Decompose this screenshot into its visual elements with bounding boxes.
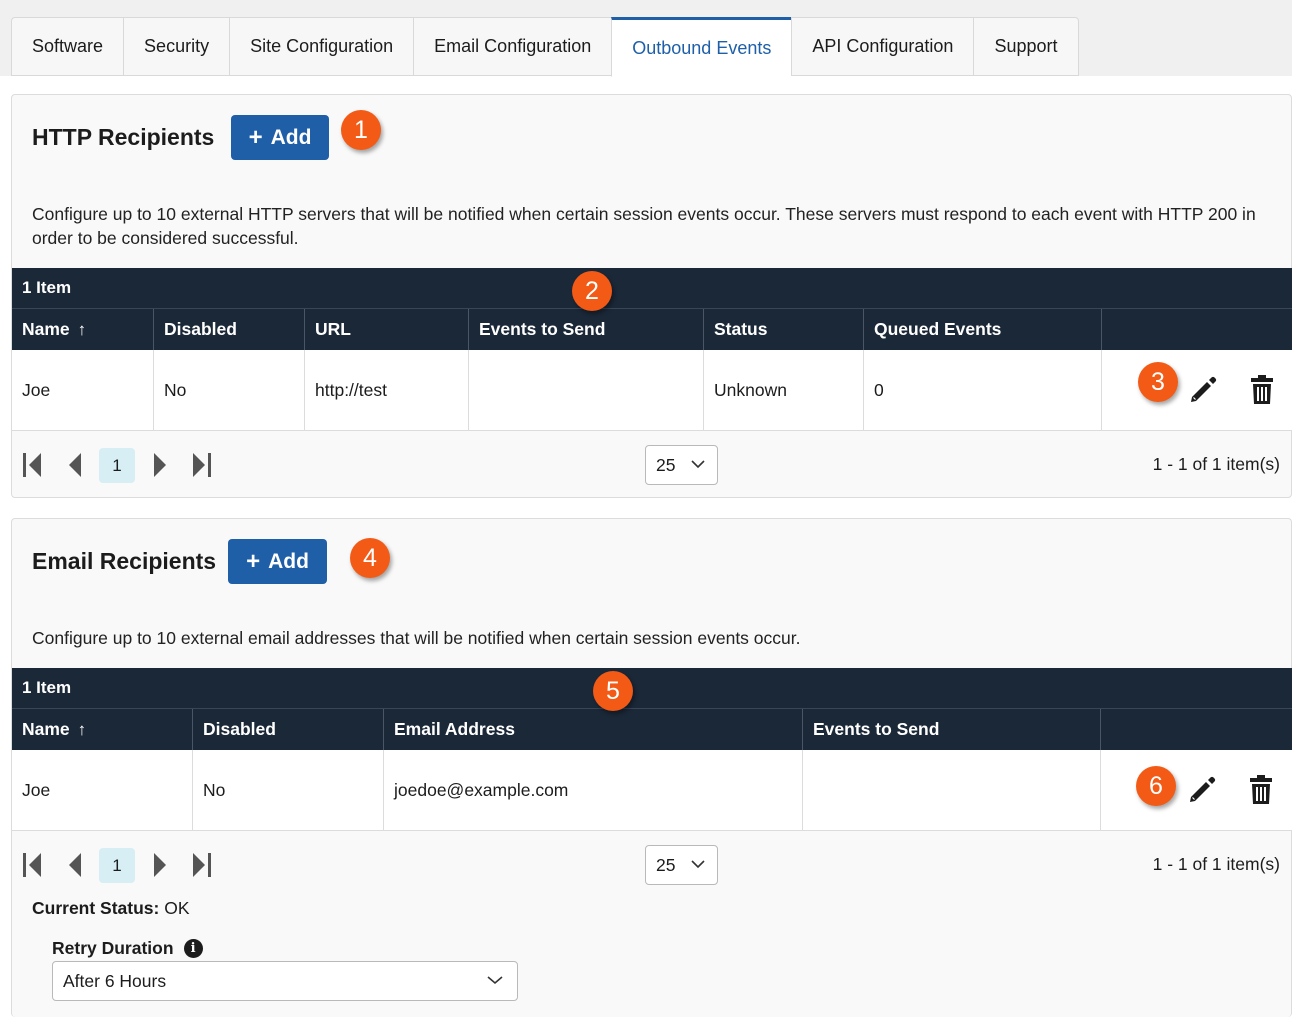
cell-name: Joe bbox=[12, 350, 154, 430]
chevron-down-icon bbox=[691, 860, 705, 869]
plus-icon: + bbox=[248, 123, 263, 151]
add-button-label: Add bbox=[268, 549, 309, 573]
page-number-button[interactable]: 1 bbox=[99, 848, 135, 883]
trash-icon[interactable] bbox=[1248, 775, 1274, 805]
callout-badge-4: 4 bbox=[350, 538, 390, 578]
column-header-actions bbox=[1102, 309, 1292, 350]
cell-status: Unknown bbox=[704, 350, 864, 430]
first-page-icon[interactable] bbox=[21, 851, 47, 879]
chevron-down-icon bbox=[691, 460, 705, 469]
sort-ascending-icon: ↑ bbox=[77, 719, 87, 739]
add-email-recipient-button[interactable]: + Add bbox=[228, 539, 327, 584]
cell-disabled: No bbox=[193, 750, 384, 830]
page-size-select[interactable]: 25 bbox=[645, 845, 718, 885]
email-pager: 1 25 1 - 1 of 1 item(s) bbox=[12, 832, 1292, 897]
pager-info: 1 - 1 of 1 item(s) bbox=[1152, 454, 1280, 474]
tab-api-configuration[interactable]: API Configuration bbox=[791, 17, 974, 76]
current-status: Current Status: OK bbox=[32, 898, 190, 919]
page-size-select[interactable]: 25 bbox=[645, 445, 718, 485]
column-header-events-to-send[interactable]: Events to Send bbox=[469, 309, 704, 350]
table-row[interactable]: Joe No joedoe@example.com 6 bbox=[12, 750, 1292, 831]
column-header-email-address[interactable]: Email Address bbox=[384, 709, 803, 750]
tab-support[interactable]: Support bbox=[973, 17, 1079, 76]
callout-badge-5: 5 bbox=[593, 671, 633, 711]
sort-ascending-icon: ↑ bbox=[77, 319, 87, 339]
cell-actions: 6 bbox=[1101, 750, 1292, 830]
column-header-actions bbox=[1101, 709, 1292, 750]
email-description: Configure up to 10 external email addres… bbox=[32, 628, 801, 648]
cell-email-address: joedoe@example.com bbox=[384, 750, 803, 830]
column-header-url[interactable]: URL bbox=[305, 309, 469, 350]
grid-header: Name ↑ Disabled URL Events to Send Status… bbox=[12, 309, 1292, 350]
cell-name: Joe bbox=[12, 750, 193, 830]
first-page-icon[interactable] bbox=[21, 451, 47, 479]
pager-info: 1 - 1 of 1 item(s) bbox=[1152, 854, 1280, 874]
column-header-disabled[interactable]: Disabled bbox=[154, 309, 305, 350]
plus-icon: + bbox=[246, 547, 261, 575]
retry-duration-label: Retry Duration i bbox=[52, 938, 203, 959]
tab-security[interactable]: Security bbox=[123, 17, 230, 76]
grid-item-count: 1 Item bbox=[12, 668, 1292, 709]
last-page-icon[interactable] bbox=[189, 851, 215, 879]
previous-page-icon[interactable] bbox=[63, 451, 89, 479]
http-description: Configure up to 10 external HTTP servers… bbox=[32, 204, 1256, 248]
previous-page-icon[interactable] bbox=[63, 851, 89, 879]
page-number-button[interactable]: 1 bbox=[99, 448, 135, 483]
retry-duration-value: After 6 Hours bbox=[63, 970, 167, 991]
tab-outbound-events[interactable]: Outbound Events bbox=[611, 17, 792, 77]
http-pager: 1 25 1 - 1 of 1 item(s) bbox=[12, 432, 1292, 497]
page-size-value: 25 bbox=[656, 854, 676, 875]
column-header-name[interactable]: Name ↑ bbox=[12, 709, 193, 750]
column-header-events-to-send[interactable]: Events to Send bbox=[803, 709, 1101, 750]
column-header-status[interactable]: Status bbox=[704, 309, 864, 350]
next-page-icon[interactable] bbox=[148, 451, 174, 479]
tab-software[interactable]: Software bbox=[11, 17, 124, 76]
add-button-label: Add bbox=[270, 125, 312, 149]
table-row[interactable]: Joe No http://test Unknown 0 3 bbox=[12, 350, 1292, 431]
cell-events-to-send bbox=[803, 750, 1101, 830]
cell-events-to-send bbox=[469, 350, 704, 430]
callout-badge-1: 1 bbox=[341, 110, 381, 150]
trash-icon[interactable] bbox=[1249, 375, 1275, 405]
http-recipients-panel: HTTP Recipients + Add 1 Configure up to … bbox=[11, 94, 1292, 498]
tab-site-configuration[interactable]: Site Configuration bbox=[229, 17, 414, 76]
add-http-recipient-button[interactable]: + Add bbox=[231, 115, 329, 160]
grid-item-count: 1 Item bbox=[12, 268, 1292, 309]
callout-badge-2: 2 bbox=[572, 271, 612, 311]
http-recipients-title: HTTP Recipients bbox=[32, 124, 215, 150]
email-recipients-panel: Email Recipients + Add 4 Configure up to… bbox=[11, 518, 1292, 1017]
cell-queued-events: 0 bbox=[864, 350, 1102, 430]
current-status-label: Current Status: bbox=[32, 898, 160, 918]
callout-badge-6: 6 bbox=[1136, 766, 1176, 806]
pencil-icon[interactable] bbox=[1187, 775, 1217, 805]
column-header-name[interactable]: Name ↑ bbox=[12, 309, 154, 350]
column-header-queued-events[interactable]: Queued Events bbox=[864, 309, 1102, 350]
cell-actions: 3 bbox=[1102, 350, 1292, 430]
tabs: Software Security Site Configuration Ema… bbox=[11, 17, 1079, 77]
last-page-icon[interactable] bbox=[189, 451, 215, 479]
retry-duration-select[interactable]: After 6 Hours bbox=[52, 961, 518, 1001]
current-status-value: OK bbox=[164, 898, 190, 918]
column-header-disabled[interactable]: Disabled bbox=[193, 709, 384, 750]
cell-disabled: No bbox=[154, 350, 305, 430]
grid-header: Name ↑ Disabled Email Address Events to S… bbox=[12, 709, 1292, 750]
chevron-down-icon bbox=[487, 976, 503, 985]
info-icon[interactable]: i bbox=[183, 939, 203, 958]
tab-bar: Software Security Site Configuration Ema… bbox=[0, 0, 1292, 77]
tab-email-configuration[interactable]: Email Configuration bbox=[413, 17, 612, 76]
page-size-value: 25 bbox=[656, 454, 676, 475]
next-page-icon[interactable] bbox=[148, 851, 174, 879]
email-recipients-title: Email Recipients bbox=[32, 548, 217, 574]
callout-badge-3: 3 bbox=[1138, 362, 1178, 402]
pencil-icon[interactable] bbox=[1188, 375, 1218, 405]
email-recipients-grid: 1 Item Name ↑ Disabled Email Address Even… bbox=[12, 668, 1292, 831]
cell-url: http://test bbox=[305, 350, 469, 430]
http-recipients-grid: 1 Item Name ↑ Disabled URL Events to Send… bbox=[12, 268, 1292, 431]
